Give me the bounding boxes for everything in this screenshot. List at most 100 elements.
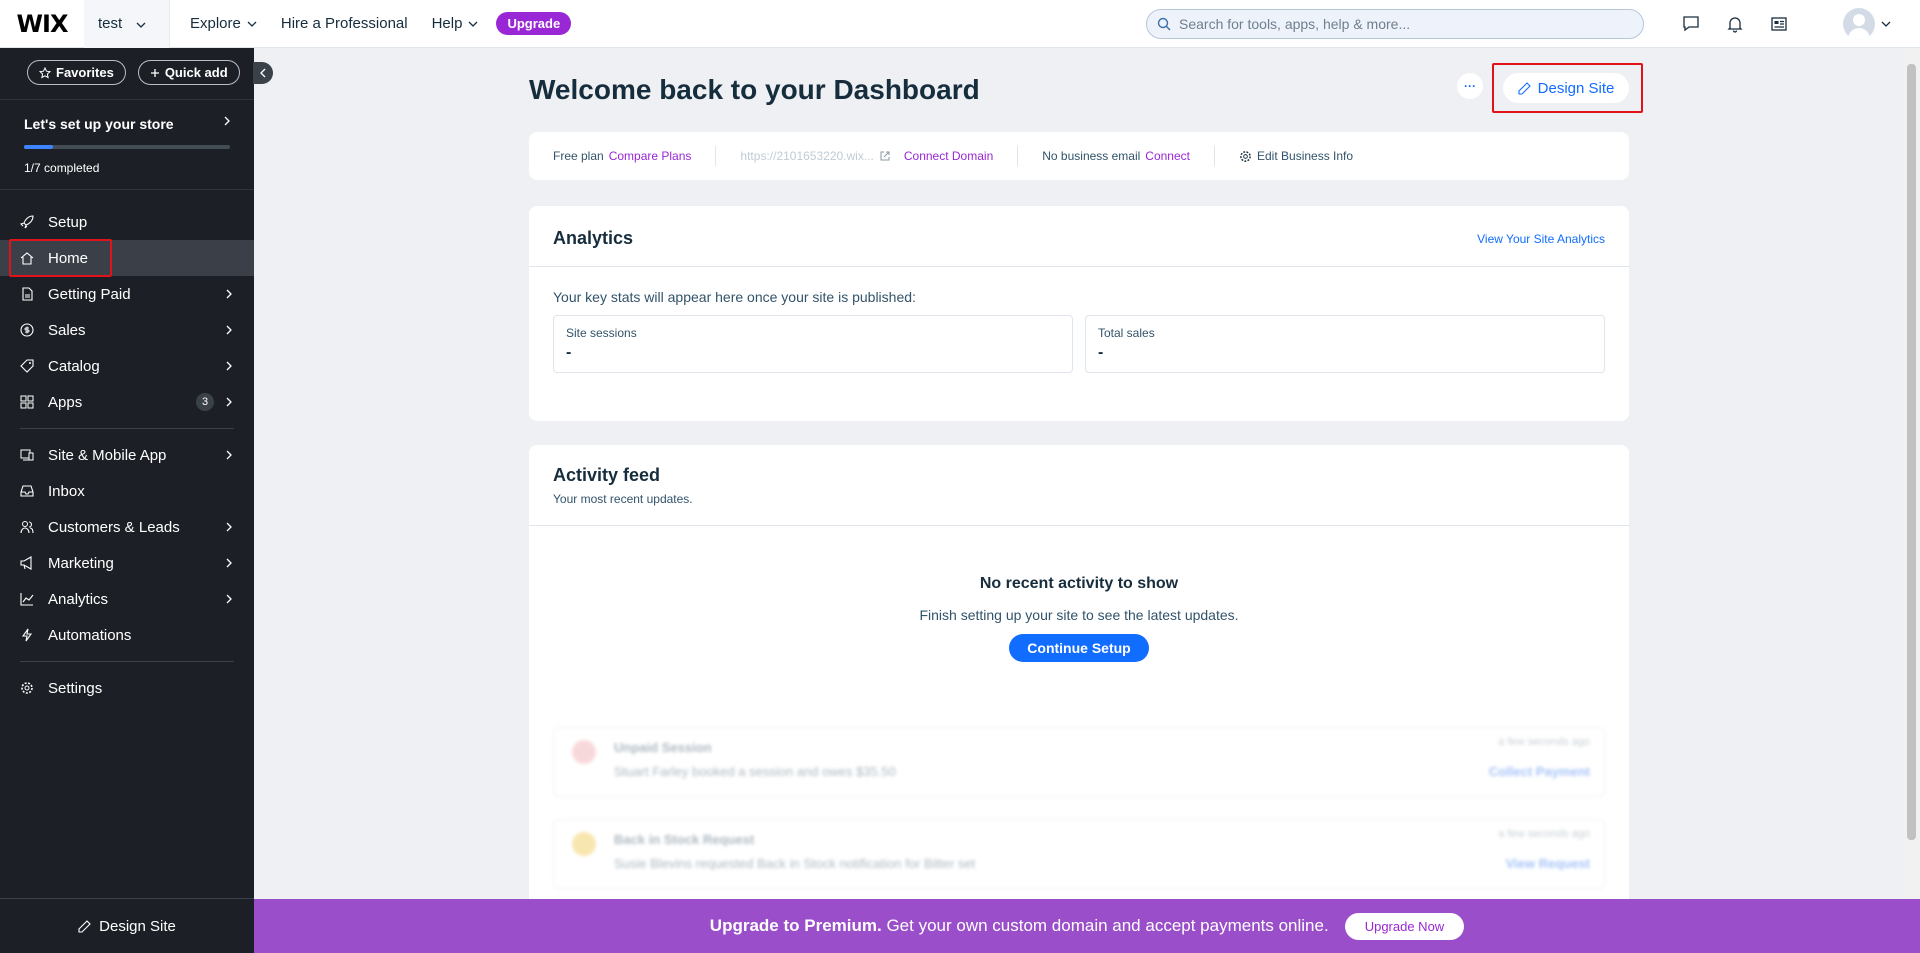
banner-bold: Upgrade to Premium. bbox=[709, 916, 882, 935]
list-item: Back in Stock Request Susie Blevins requ… bbox=[553, 819, 1605, 889]
empty-title: No recent activity to show bbox=[979, 575, 1179, 592]
connect-domain-link[interactable]: Connect Domain bbox=[904, 149, 993, 163]
search-icon bbox=[1157, 17, 1171, 31]
design-site-button[interactable]: Design Site bbox=[1503, 73, 1629, 103]
external-link-icon[interactable] bbox=[879, 150, 891, 162]
star-icon bbox=[39, 66, 51, 78]
no-email-label: No business email bbox=[1042, 149, 1141, 163]
chevron-right-icon bbox=[226, 289, 232, 299]
top-bar: WIX test Explore Hire a Professional Hel… bbox=[0, 0, 1920, 48]
scrollbar-thumb[interactable] bbox=[1907, 64, 1916, 840]
chat-icon[interactable] bbox=[1680, 13, 1702, 35]
sidebar-item-sales[interactable]: Sales bbox=[0, 312, 254, 348]
connect-email-link[interactable]: Connect bbox=[1145, 149, 1190, 163]
upgrade-button[interactable]: Upgrade bbox=[496, 12, 572, 35]
activity-action: View Request bbox=[1505, 856, 1590, 871]
sidebar-design-site-button[interactable]: Design Site bbox=[0, 898, 254, 953]
site-switcher[interactable]: test bbox=[84, 0, 170, 48]
sidebar-item-catalog[interactable]: Catalog bbox=[0, 348, 254, 384]
explore-menu[interactable]: Explore bbox=[178, 0, 269, 48]
wix-logo[interactable]: WIX bbox=[0, 0, 84, 48]
sidebar-item-apps[interactable]: Apps 3 bbox=[0, 384, 254, 420]
hire-label: Hire a Professional bbox=[280, 15, 408, 32]
sidebar-item-inbox[interactable]: Inbox bbox=[0, 473, 254, 509]
activity-desc: Stuart Farley booked a session and owes … bbox=[614, 764, 896, 779]
sidebar-item-label: Analytics bbox=[48, 590, 109, 608]
tag-icon bbox=[20, 359, 34, 373]
chevron-right-icon bbox=[226, 361, 232, 371]
search-input[interactable] bbox=[1179, 16, 1619, 32]
empty-description: Finish setting up your site to see the l… bbox=[919, 607, 1239, 623]
invoice-icon bbox=[20, 287, 34, 301]
page-title: Welcome back to your Dashboard bbox=[529, 74, 980, 105]
activity-time: a few seconds ago bbox=[1498, 828, 1590, 840]
more-actions-button[interactable]: ··· bbox=[1457, 73, 1483, 99]
main-content: Welcome back to your Dashboard ··· Desig… bbox=[254, 48, 1920, 915]
sidebar-item-site-mobile[interactable]: Site & Mobile App bbox=[0, 437, 254, 473]
sidebar-item-analytics[interactable]: Analytics bbox=[0, 581, 254, 617]
highlight-home bbox=[9, 239, 112, 277]
continue-setup-button[interactable]: Continue Setup bbox=[1009, 634, 1149, 662]
activity-title: Activity feed bbox=[553, 465, 661, 485]
site-url[interactable]: https://2101653220.wix... bbox=[740, 149, 873, 163]
box-icon bbox=[572, 832, 596, 856]
sidebar-item-getting-paid[interactable]: Getting Paid bbox=[0, 276, 254, 312]
sidebar-item-customers[interactable]: Customers & Leads bbox=[0, 509, 254, 545]
account-menu[interactable] bbox=[1843, 8, 1891, 40]
banner-text: Get your own custom domain and accept pa… bbox=[886, 916, 1329, 935]
apps-icon bbox=[20, 395, 34, 409]
analytics-title: Analytics bbox=[553, 228, 634, 248]
upgrade-banner: Upgrade to Premium. Get your own custom … bbox=[254, 899, 1920, 953]
news-icon[interactable] bbox=[1768, 13, 1790, 35]
bell-icon[interactable] bbox=[1724, 13, 1746, 35]
sidebar-item-label: Sales bbox=[48, 321, 86, 339]
stat-label: Site sessions bbox=[566, 326, 637, 340]
sidebar-item-marketing[interactable]: Marketing bbox=[0, 545, 254, 581]
chevron-right-icon bbox=[224, 116, 230, 126]
sidebar-item-label: Getting Paid bbox=[48, 285, 131, 303]
stat-value: - bbox=[1098, 344, 1104, 361]
calendar-icon bbox=[572, 740, 596, 764]
hire-professional-link[interactable]: Hire a Professional bbox=[269, 0, 420, 48]
view-analytics-link[interactable]: View Your Site Analytics bbox=[1477, 232, 1605, 266]
plus-icon bbox=[150, 68, 159, 77]
activity-title: Unpaid Session bbox=[614, 740, 712, 755]
apps-count-badge: 3 bbox=[196, 393, 214, 411]
chevron-right-icon bbox=[226, 522, 232, 532]
sidebar-item-settings[interactable]: Settings bbox=[0, 670, 254, 706]
favorites-button[interactable]: Favorites bbox=[27, 60, 126, 85]
compare-plans-link[interactable]: Compare Plans bbox=[609, 149, 692, 163]
quick-add-label: Quick add bbox=[164, 65, 228, 80]
setup-progress-card[interactable]: Let's set up your store 1/7 completed bbox=[0, 99, 254, 190]
gear-icon bbox=[20, 681, 34, 695]
gear-icon bbox=[1240, 150, 1251, 162]
sidebar-item-label: Site & Mobile App bbox=[48, 446, 167, 464]
sidebar-item-label: Settings bbox=[48, 679, 103, 697]
rocket-icon bbox=[20, 215, 34, 229]
activity-time: a few seconds ago bbox=[1498, 736, 1590, 748]
edit-business-label: Edit Business Info bbox=[1257, 149, 1354, 163]
chevron-down-icon bbox=[136, 15, 146, 32]
stat-value: - bbox=[566, 344, 572, 361]
setup-title: Let's set up your store bbox=[24, 116, 174, 132]
chevron-right-icon bbox=[226, 397, 232, 407]
empty-state: No recent activity to show Finish settin… bbox=[529, 575, 1629, 662]
upgrade-now-button[interactable]: Upgrade Now bbox=[1344, 912, 1465, 940]
site-app-icon bbox=[20, 448, 34, 462]
sidebar-item-automations[interactable]: Automations bbox=[0, 617, 254, 653]
site-sessions-stat: Site sessions - bbox=[553, 315, 1073, 373]
stat-label: Total sales bbox=[1098, 326, 1155, 340]
scrollbar[interactable] bbox=[1903, 48, 1920, 905]
setup-progress-text: 1/7 completed bbox=[24, 161, 100, 175]
quick-add-button[interactable]: Quick add bbox=[137, 60, 240, 85]
search-bar[interactable] bbox=[1146, 9, 1644, 39]
edit-business-info-link[interactable]: Edit Business Info bbox=[1239, 146, 1377, 166]
help-menu[interactable]: Help bbox=[420, 0, 491, 48]
sidebar-item-setup[interactable]: Setup bbox=[0, 204, 254, 240]
chevron-right-icon bbox=[226, 558, 232, 568]
setup-progress-fill bbox=[24, 145, 53, 149]
sidebar-item-label: Apps bbox=[48, 393, 83, 411]
favorites-label: Favorites bbox=[56, 65, 114, 80]
setup-progress-bar bbox=[24, 145, 230, 149]
site-info-bar: Free plan Compare Plans https://21016532… bbox=[529, 132, 1629, 180]
